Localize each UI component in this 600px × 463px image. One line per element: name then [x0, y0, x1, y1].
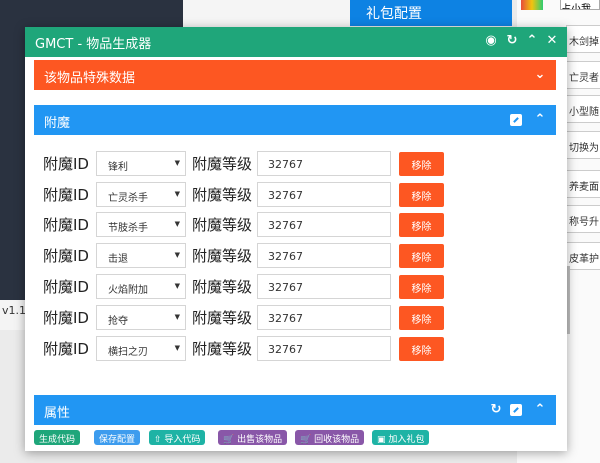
- list-item[interactable]: 小型随: [566, 95, 600, 123]
- sell-item-label: 出售该物品: [237, 435, 283, 445]
- enchant-select-value: 击退: [108, 254, 128, 265]
- enchant-select[interactable]: 击退 ▼: [96, 243, 186, 268]
- enchant-select-value: 火焰附加: [108, 285, 148, 296]
- enchant-id-label: 附魔ID: [43, 155, 89, 173]
- import-code-label: 导入代码: [164, 435, 201, 445]
- enchant-level-input[interactable]: 32767: [257, 305, 391, 330]
- chevron-down-icon[interactable]: ⌄: [532, 67, 548, 82]
- collapse-icon[interactable]: ⌃: [524, 33, 540, 48]
- enchant-select[interactable]: 节肢杀手 ▼: [96, 212, 186, 237]
- list-item[interactable]: 亡灵者: [566, 61, 600, 89]
- save-config-button[interactable]: 保存配置: [94, 430, 141, 445]
- enchant-level-input[interactable]: 32767: [257, 274, 391, 299]
- dropdown-arrow-icon: ▼: [174, 344, 180, 352]
- dialog-titlebar[interactable]: GMCT - 物品生成器 ◉ ↻ ⌃ ✕: [25, 27, 567, 57]
- enchant-id-label: 附魔ID: [43, 278, 89, 296]
- enchant-level-label: 附魔等级: [192, 309, 253, 327]
- list-item[interactable]: 木剑掉: [566, 25, 600, 53]
- refresh-icon[interactable]: ↻: [504, 33, 520, 48]
- remove-button[interactable]: 移除: [399, 213, 444, 237]
- enchant-level-label: 附魔等级: [192, 278, 253, 296]
- list-item[interactable]: 养麦面: [566, 170, 600, 198]
- add-to-gift-button[interactable]: ▣ 加入礼包: [372, 430, 430, 445]
- enchant-level-input[interactable]: 32767: [257, 182, 391, 207]
- edit-icon[interactable]: [510, 404, 522, 416]
- enchant-level-input[interactable]: 32767: [257, 243, 391, 268]
- enchant-id-label: 附魔ID: [43, 216, 89, 234]
- item-generator-dialog: GMCT - 物品生成器 ◉ ↻ ⌃ ✕ 该物品特殊数据 ⌄ 附魔 ⌃ 附魔ID…: [25, 27, 567, 451]
- dropdown-arrow-icon: ▼: [174, 313, 180, 321]
- map-pin-icon[interactable]: ◉: [483, 33, 499, 48]
- sell-item-button[interactable]: 🛒 出售该物品: [218, 430, 288, 445]
- remove-button[interactable]: 移除: [399, 183, 444, 207]
- enchant-level-label: 附魔等级: [192, 155, 253, 173]
- action-toolbar: 生成代码 保存配置 ⇧ 导入代码 🛒 出售该物品 🛒 回收该物品 ▣ 加入礼包: [25, 425, 567, 451]
- enchant-section-header[interactable]: 附魔 ⌃: [34, 105, 556, 135]
- gift-icon: ▣: [377, 435, 389, 445]
- refresh-icon[interactable]: ↻: [488, 402, 504, 417]
- enchant-level-label: 附魔等级: [192, 216, 253, 234]
- enchant-select-value: 锋利: [108, 162, 128, 173]
- section-title: 属性: [44, 406, 71, 421]
- section-title: 该物品特殊数据: [44, 71, 136, 86]
- dialog-title: GMCT - 物品生成器: [35, 37, 152, 52]
- enchant-select[interactable]: 火焰附加 ▼: [96, 274, 186, 299]
- enchant-id-label: 附魔ID: [43, 340, 89, 358]
- upload-icon: ⇧: [154, 435, 165, 445]
- enchant-select[interactable]: 横扫之刃 ▼: [96, 336, 186, 361]
- enchant-select[interactable]: 亡灵杀手 ▼: [96, 182, 186, 207]
- enchant-select-value: 横扫之刃: [108, 347, 148, 358]
- enchant-level-label: 附魔等级: [192, 247, 253, 265]
- item-thumbnail: [521, 0, 543, 10]
- dropdown-arrow-icon: ▼: [174, 282, 180, 290]
- enchant-select-value: 抢夺: [108, 316, 128, 327]
- chevron-up-icon[interactable]: ⌃: [532, 402, 548, 417]
- cart-icon: 🛒: [300, 435, 315, 445]
- enchant-select-value: 节肢杀手: [108, 223, 148, 234]
- enchant-id-label: 附魔ID: [43, 309, 89, 327]
- enchant-select[interactable]: 锋利 ▼: [96, 151, 186, 176]
- remove-button[interactable]: 移除: [399, 337, 444, 361]
- remove-button[interactable]: 移除: [399, 306, 444, 330]
- enchant-id-label: 附魔ID: [43, 186, 89, 204]
- tab-gift-config[interactable]: 礼包配置: [350, 0, 512, 26]
- enchant-id-label: 附魔ID: [43, 247, 89, 265]
- top-box: 占小我: [560, 0, 600, 10]
- remove-button[interactable]: 移除: [399, 152, 444, 176]
- dropdown-arrow-icon: ▼: [174, 220, 180, 228]
- dropdown-arrow-icon: ▼: [174, 159, 180, 167]
- generate-code-button[interactable]: 生成代码: [34, 430, 81, 445]
- edit-icon[interactable]: [510, 114, 522, 126]
- dropdown-arrow-icon: ▼: [174, 190, 180, 198]
- special-data-section-header[interactable]: 该物品特殊数据 ⌄: [34, 60, 556, 90]
- list-item[interactable]: 皮革护: [566, 242, 600, 270]
- attribute-section-header[interactable]: 属性 ↻ ⌃: [34, 395, 556, 425]
- list-item[interactable]: 切换为: [566, 131, 600, 159]
- enchant-level-label: 附魔等级: [192, 340, 253, 358]
- remove-button[interactable]: 移除: [399, 275, 444, 299]
- enchant-level-input[interactable]: 32767: [257, 151, 391, 176]
- close-icon[interactable]: ✕: [544, 33, 560, 48]
- enchant-level-input[interactable]: 32767: [257, 212, 391, 237]
- cart-icon: 🛒: [223, 435, 238, 445]
- background-header: [183, 0, 350, 30]
- enchant-select-value: 亡灵杀手: [108, 193, 148, 204]
- recycle-item-label: 回收该物品: [314, 435, 360, 445]
- dropdown-arrow-icon: ▼: [174, 251, 180, 259]
- version-label: v1.1: [2, 304, 27, 317]
- import-code-button[interactable]: ⇧ 导入代码: [149, 430, 206, 445]
- section-title: 附魔: [44, 116, 71, 131]
- list-item[interactable]: 称号升: [566, 205, 600, 233]
- enchant-level-input[interactable]: 32767: [257, 336, 391, 361]
- enchant-level-label: 附魔等级: [192, 186, 253, 204]
- recycle-item-button[interactable]: 🛒 回收该物品: [295, 430, 365, 445]
- enchant-select[interactable]: 抢夺 ▼: [96, 305, 186, 330]
- chevron-up-icon[interactable]: ⌃: [532, 112, 548, 127]
- add-to-gift-label: 加入礼包: [388, 435, 425, 445]
- remove-button[interactable]: 移除: [399, 244, 444, 268]
